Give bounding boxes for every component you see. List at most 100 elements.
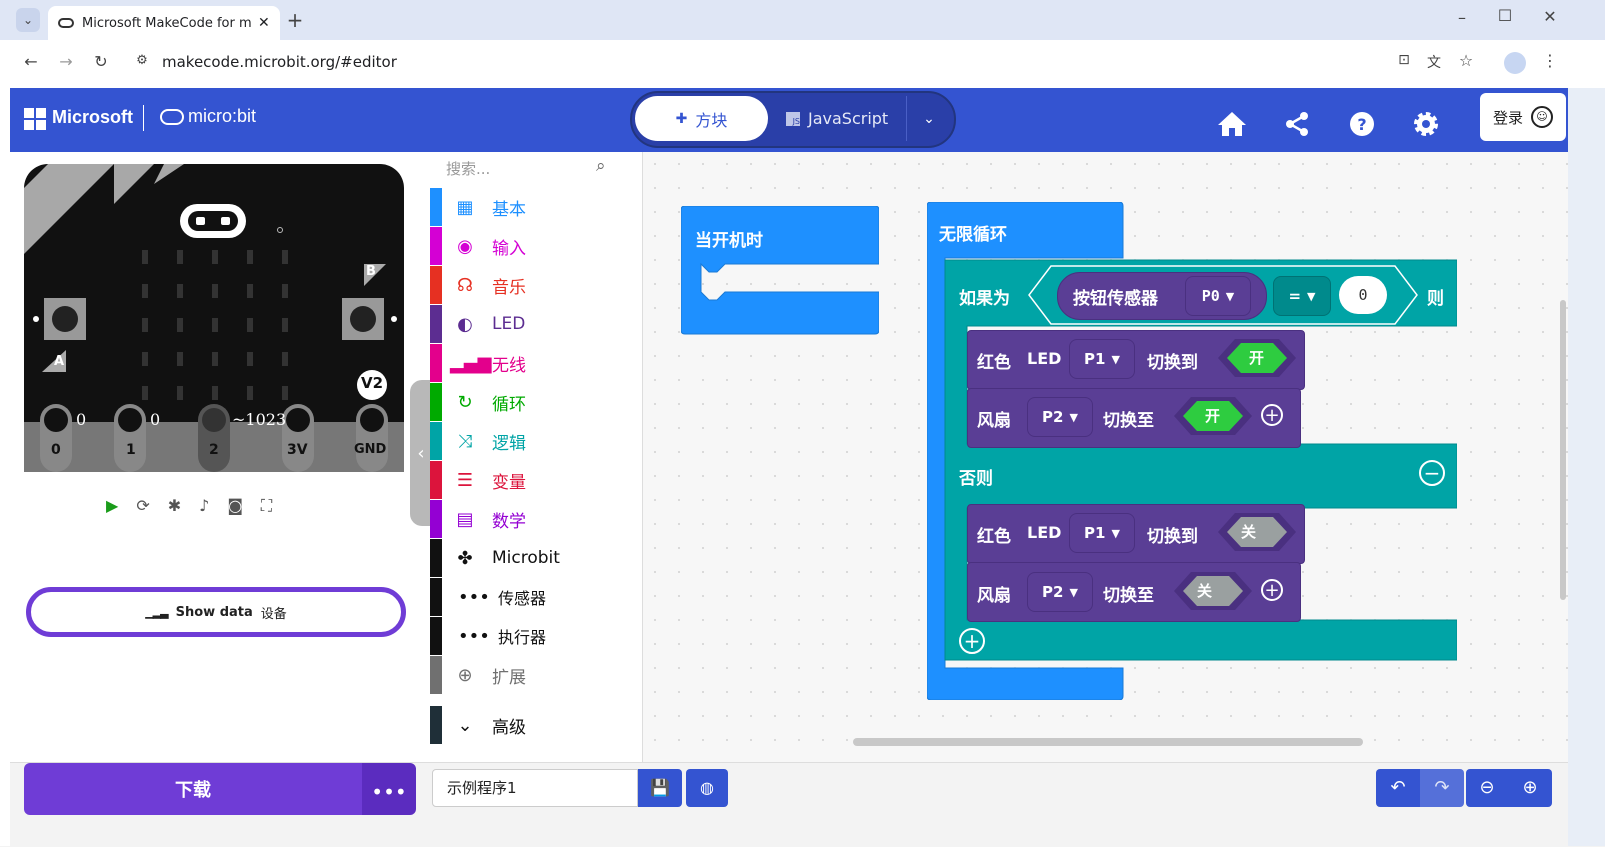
category-advanced[interactable]: ⌄ 高级 xyxy=(430,706,642,744)
operator-dropdown[interactable]: = ▼ xyxy=(1273,276,1331,316)
show-data-sub: 设备 xyxy=(260,606,287,622)
remove-else-minus-icon[interactable]: − xyxy=(1419,460,1445,486)
redo-button[interactable]: ↷ xyxy=(1420,769,1464,807)
pin-gnd-label[interactable]: GND xyxy=(354,442,386,457)
add-param-plus-icon-2[interactable]: + xyxy=(1261,579,1283,601)
zoom-in-button[interactable]: ⊕ xyxy=(1508,769,1552,807)
toolbox-search-input[interactable]: 搜索... xyxy=(446,158,596,179)
fan-label: 风扇 xyxy=(977,411,1011,431)
category-label: 传感器 xyxy=(498,589,547,608)
screenshot-camera-icon[interactable]: ◙ xyxy=(227,496,243,518)
download-button[interactable]: 下载 xyxy=(24,763,362,815)
sound-icon[interactable]: ♪ xyxy=(199,496,209,518)
undo-button[interactable]: ↶ xyxy=(1376,769,1420,807)
play-icon[interactable]: ▶ xyxy=(106,496,118,518)
fan-pin-value: P2 xyxy=(1042,408,1064,426)
minimize-icon[interactable]: – xyxy=(1452,8,1472,27)
pin-2-label[interactable]: 2 xyxy=(209,442,219,458)
zoom-out-button[interactable]: ⊖ xyxy=(1466,769,1508,807)
settings-gear-icon[interactable] xyxy=(1410,110,1442,138)
tab-blocks[interactable]: ✚ 方块 xyxy=(635,96,768,141)
save-button[interactable]: 💾 xyxy=(638,769,682,807)
site-info-icon[interactable]: ⚙ xyxy=(132,53,152,68)
led-pin-dropdown-2[interactable]: P1 ▼ xyxy=(1069,513,1135,553)
category-radio[interactable]: ▂▄▆ 无线 xyxy=(430,344,642,382)
fan-off-value-hexagon[interactable] xyxy=(1173,571,1253,611)
makecode-header: Microsoft micro:bit ✚ 方块 JS JavaScript ⌄… xyxy=(10,88,1605,152)
new-tab-icon[interactable]: + xyxy=(284,8,306,32)
bookmark-star-icon[interactable]: ☆ xyxy=(1456,51,1476,70)
login-button[interactable]: 登录 ☺ xyxy=(1480,93,1566,141)
debug-bug-icon[interactable]: ✱ xyxy=(168,496,181,518)
category-microbit[interactable]: ✤ Microbit xyxy=(430,539,642,577)
help-icon[interactable]: ? xyxy=(1346,110,1378,138)
project-name-value: 示例程序1 xyxy=(447,779,517,797)
category-led[interactable]: ◐ LED xyxy=(430,305,642,343)
home-icon[interactable] xyxy=(1216,110,1248,138)
category-variables[interactable]: ☰ 变量 xyxy=(430,461,642,499)
profile-avatar[interactable] xyxy=(1504,52,1526,74)
install-app-icon[interactable]: ⊡ xyxy=(1394,52,1414,68)
download-more-button[interactable]: ••• xyxy=(362,763,416,815)
bottom-toolbar: 下载 ••• 示例程序1 💾 ◍ ↶ ↷ ⊖ ⊕ xyxy=(10,762,1568,847)
horizontal-scrollbar[interactable] xyxy=(853,738,1363,746)
category-label: 基本 xyxy=(492,199,526,220)
category-input[interactable]: ◉ 输入 xyxy=(430,227,642,265)
led-pin-dropdown[interactable]: P1 ▼ xyxy=(1069,339,1135,379)
microbit-label[interactable]: micro:bit xyxy=(188,106,256,127)
pin-3v-label[interactable]: 3V xyxy=(287,442,308,458)
fullscreen-icon[interactable]: ⛶ xyxy=(261,496,272,518)
category-label: 逻辑 xyxy=(492,433,526,454)
add-param-plus-icon[interactable]: + xyxy=(1261,404,1283,426)
browser-tab[interactable]: Microsoft MakeCode for mic ✕ xyxy=(48,6,280,40)
zoom-in-icon: ⊕ xyxy=(1522,777,1538,798)
back-icon[interactable]: ← xyxy=(20,52,42,71)
off-value-hexagon[interactable] xyxy=(1217,512,1297,552)
github-button[interactable]: ◍ xyxy=(686,769,728,807)
compare-value: 0 xyxy=(1358,286,1368,304)
dropdown-arrow-icon: ▼ xyxy=(1111,526,1120,540)
pin-1-label[interactable]: 1 xyxy=(126,442,136,458)
search-icon[interactable]: ⌕ xyxy=(596,156,606,176)
sensor-pin-dropdown[interactable]: P0 ▼ xyxy=(1185,276,1251,316)
fan-pin-dropdown[interactable]: P2 ▼ xyxy=(1027,397,1093,437)
tab-javascript[interactable]: JS JavaScript xyxy=(786,96,906,141)
category-logic[interactable]: ⤨ 逻辑 xyxy=(430,422,642,460)
category-music[interactable]: ☊ 音乐 xyxy=(430,266,642,304)
add-else-if-plus-icon[interactable]: + xyxy=(959,628,985,654)
browser-menu-icon[interactable]: ⋮ xyxy=(1540,51,1560,70)
undo-icon: ↶ xyxy=(1390,777,1406,798)
led-pin-value: P1 xyxy=(1084,350,1106,368)
category-math[interactable]: ▤ 数学 xyxy=(430,500,642,538)
close-window-icon[interactable]: ✕ xyxy=(1540,7,1560,26)
url-field[interactable]: makecode.microbit.org/#editor xyxy=(162,53,397,71)
window-left-edge xyxy=(0,88,10,846)
category-basic[interactable]: ▦ 基本 xyxy=(430,188,642,226)
pin-0-label[interactable]: 0 xyxy=(51,442,61,458)
tab-list-dropdown-icon[interactable]: ⌄ xyxy=(16,8,40,32)
collapse-simulator-handle[interactable]: ‹ xyxy=(410,380,432,526)
tab-close-icon[interactable]: ✕ xyxy=(258,15,270,31)
maximize-icon[interactable]: ☐ xyxy=(1495,6,1515,25)
category-loops[interactable]: ↻ 循环 xyxy=(430,383,642,421)
sensor-pin-value: P0 xyxy=(1201,287,1220,305)
forward-icon[interactable]: → xyxy=(55,52,77,71)
button-b-label: B xyxy=(366,264,376,279)
project-name-input[interactable]: 示例程序1 xyxy=(432,769,638,807)
category-sensors[interactable]: ••• 传感器 xyxy=(430,578,642,616)
restart-icon[interactable]: ⟳ xyxy=(136,496,149,518)
blocks-workspace[interactable]: 当开机时 无限循环 如果为 按钮传感器 P0 ▼ = ▼ 0 则 红色 LED P1… xyxy=(643,152,1568,762)
tab-title: Microsoft MakeCode for mic xyxy=(82,15,252,31)
category-label: Microbit xyxy=(492,548,560,568)
vertical-scrollbar[interactable] xyxy=(1560,300,1566,600)
category-actuators[interactable]: ••• 执行器 xyxy=(430,617,642,655)
translate-icon[interactable]: 文 xyxy=(1424,52,1444,72)
share-icon[interactable] xyxy=(1282,110,1314,138)
editor-dropdown-icon[interactable]: ⌄ xyxy=(906,96,951,141)
user-add-icon: ☺ xyxy=(1531,106,1553,128)
compare-value-input[interactable]: 0 xyxy=(1339,276,1387,314)
reload-icon[interactable]: ↻ xyxy=(90,52,112,71)
fan-pin-dropdown-2[interactable]: P2 ▼ xyxy=(1027,572,1093,612)
show-data-button[interactable]: ▁▂▃ Show data 设备 xyxy=(26,587,406,637)
category-extensions[interactable]: ⊕ 扩展 xyxy=(430,656,642,694)
